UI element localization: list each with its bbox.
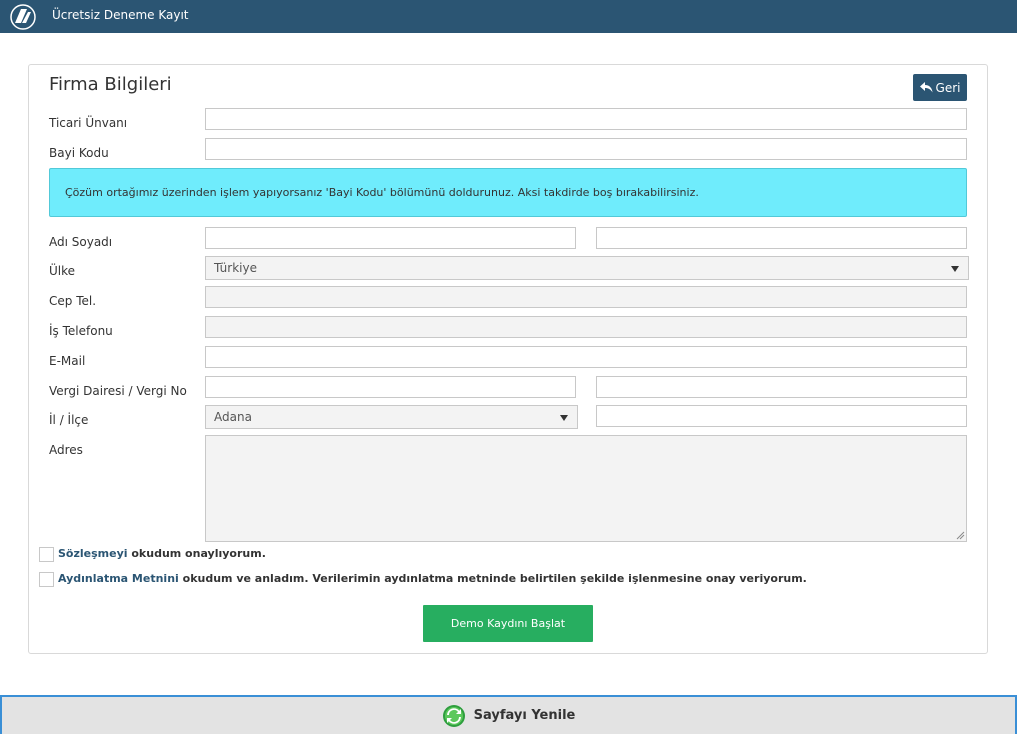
bayi-kodu-label: Bayi Kodu [49, 146, 109, 160]
city-select[interactable]: Adana [205, 405, 578, 429]
contract-link[interactable]: Sözleşmeyi [58, 547, 128, 560]
email-input[interactable] [205, 346, 967, 368]
ulke-label: Ülke [49, 264, 76, 278]
city-select-value: Adana [214, 410, 252, 424]
privacy-consent-text: Aydınlatma Metnini okudum ve anladım. Ve… [58, 572, 807, 585]
back-button-label: Geri [935, 80, 961, 95]
refresh-label: Sayfayı Yenile [473, 708, 576, 723]
contract-checkbox[interactable] [39, 547, 54, 562]
privacy-consent-rest: okudum ve anladım. Verilerimin aydınlatm… [178, 572, 807, 585]
tax-office-input[interactable] [205, 376, 576, 398]
back-arrow-icon [919, 82, 933, 93]
il-ilce-label: İl / İlçe [49, 413, 89, 427]
chevron-down-icon [951, 266, 959, 272]
adi-soyadi-label: Adı Soyadı [49, 235, 113, 249]
privacy-link[interactable]: Aydınlatma Metnini [58, 572, 179, 585]
panel-title: Firma Bilgileri [49, 74, 172, 95]
cep-tel-label: Cep Tel. [49, 294, 97, 308]
chevron-down-icon [560, 415, 568, 421]
bayi-kodu-input[interactable] [205, 138, 967, 160]
address-textarea[interactable] [205, 435, 967, 542]
work-phone-input[interactable] [205, 316, 967, 338]
ticari-unvan-label: Ticari Ünvanı [49, 116, 128, 130]
mobile-phone-input[interactable] [205, 286, 967, 308]
vergi-label: Vergi Dairesi / Vergi No [49, 384, 187, 398]
company-logo-icon [10, 4, 36, 30]
refresh-bar[interactable]: Sayfayı Yenile [0, 695, 1017, 734]
tax-number-input[interactable] [596, 376, 967, 398]
first-name-input[interactable] [205, 227, 576, 249]
district-input[interactable] [596, 405, 967, 427]
is-telefonu-label: İş Telefonu [49, 324, 113, 338]
contract-consent-rest: okudum onaylıyorum. [127, 547, 266, 560]
country-select-value: Türkiye [214, 261, 257, 275]
last-name-input[interactable] [596, 227, 967, 249]
adres-label: Adres [49, 443, 83, 457]
back-button[interactable]: Geri [913, 74, 967, 101]
contract-consent-text: Sözleşmeyi okudum onaylıyorum. [58, 547, 266, 560]
email-label: E-Mail [49, 354, 86, 368]
app-title: Ücretsiz Deneme Kayıt [52, 8, 189, 22]
top-bar: Ücretsiz Deneme Kayıt [0, 0, 1017, 33]
resize-grip-icon[interactable] [956, 531, 965, 540]
info-alert: Çözüm ortağımız üzerinden işlem yapıyors… [49, 168, 967, 217]
start-demo-button[interactable]: Demo Kaydını Başlat [423, 605, 593, 642]
privacy-checkbox[interactable] [39, 572, 54, 587]
country-select[interactable]: Türkiye [205, 256, 969, 280]
ticari-unvan-input[interactable] [205, 108, 967, 130]
refresh-icon [442, 704, 465, 727]
